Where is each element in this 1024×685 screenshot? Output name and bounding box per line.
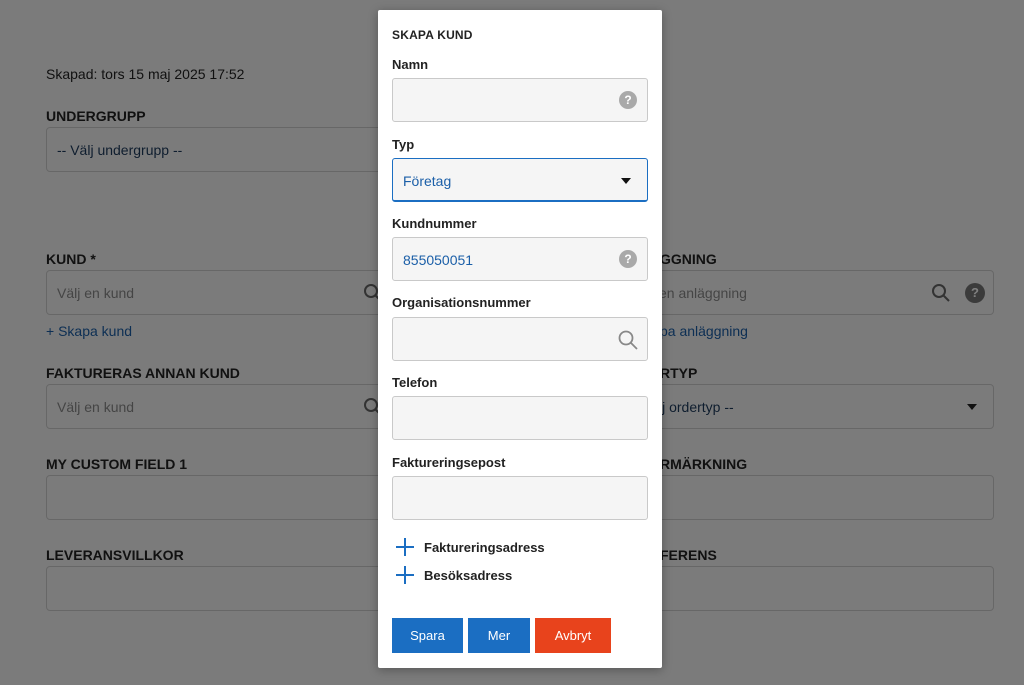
name-label: Namn	[392, 57, 429, 72]
org-number-label: Organisationsnummer	[392, 295, 531, 310]
modal-title: SKAPA KUND	[392, 28, 473, 42]
plus-icon	[396, 538, 414, 556]
type-select[interactable]: Företag	[392, 158, 648, 202]
search-icon[interactable]	[617, 329, 639, 351]
visit-address-expander[interactable]: Besöksadress	[396, 565, 512, 585]
org-number-input[interactable]	[392, 317, 648, 361]
plus-icon	[396, 566, 414, 584]
type-value: Företag	[403, 173, 452, 189]
customer-number-value: 855050051	[403, 252, 474, 268]
billing-address-expander[interactable]: Faktureringsadress	[396, 537, 545, 557]
invoice-email-label: Faktureringsepost	[392, 455, 506, 470]
create-customer-modal: SKAPA KUND Namn ? Typ Företag Kundnummer…	[378, 10, 662, 668]
phone-input[interactable]	[392, 396, 648, 440]
customer-number-input[interactable]: 855050051 ?	[392, 237, 648, 281]
name-input[interactable]: ?	[392, 78, 648, 122]
visit-address-label: Besöksadress	[424, 567, 513, 583]
cancel-button[interactable]: Avbryt	[535, 618, 611, 653]
more-button[interactable]: Mer	[468, 618, 530, 653]
help-icon[interactable]: ?	[619, 91, 637, 109]
customer-number-label: Kundnummer	[392, 216, 477, 231]
help-icon[interactable]: ?	[619, 250, 637, 268]
invoice-email-input[interactable]	[392, 476, 648, 520]
type-label: Typ	[392, 137, 415, 152]
phone-label: Telefon	[392, 375, 438, 390]
save-button[interactable]: Spara	[392, 618, 463, 653]
billing-address-label: Faktureringsadress	[424, 539, 545, 555]
chevron-down-icon	[621, 178, 631, 184]
